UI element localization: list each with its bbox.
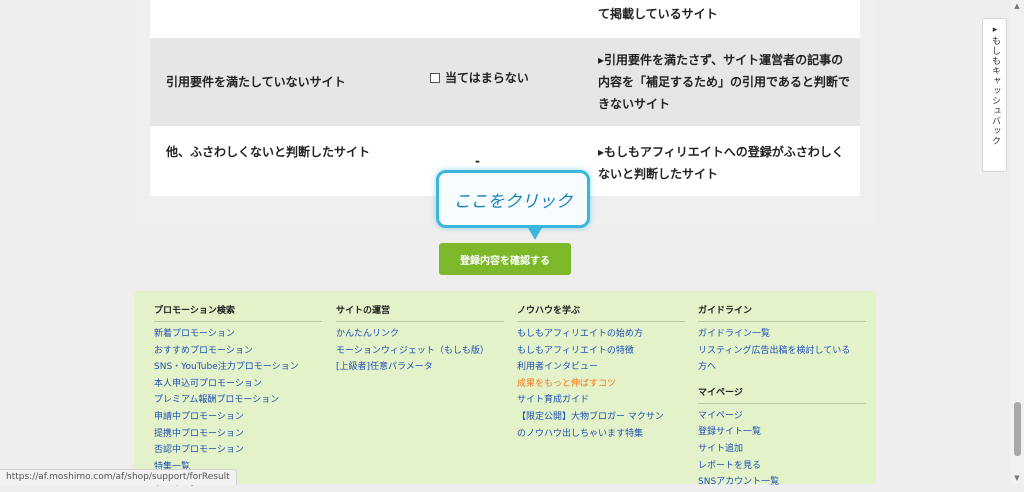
footer-link[interactable]: 否認中プロモーション	[154, 442, 322, 459]
footer-link[interactable]: おすすめプロモーション	[154, 343, 322, 360]
footer-link[interactable]: レポートを見る	[698, 458, 866, 475]
footer-link[interactable]: マイページ	[698, 408, 866, 425]
footer-link[interactable]: 方へ	[698, 359, 866, 376]
footer-link[interactable]: プレミアム報酬プロモーション	[154, 392, 322, 409]
footer-column-knowhow: ノウハウを学ぶ もしもアフィリエイトの始め方 もしもアフィリエイトの特徴 利用者…	[517, 305, 685, 442]
table-cell-dash: -	[475, 154, 480, 168]
footer-link[interactable]: SNSアカウント一覧	[698, 474, 866, 491]
footer-link[interactable]: もしもアフィリエイトの特徴	[517, 343, 685, 360]
footer-heading: ノウハウを学ぶ	[517, 305, 685, 322]
footer-link[interactable]: のノウハウ出しちゃいます特集	[517, 426, 685, 443]
table-row: 引用要件を満たしていないサイト 当てはまらない ▸引用要件を満たさず、サイト運営…	[150, 38, 860, 126]
confirm-registration-button[interactable]: 登録内容を確認する	[439, 243, 571, 275]
footer-link[interactable]: 新着プロモーション	[154, 326, 322, 343]
footer-heading: サイトの運営	[336, 305, 504, 322]
footer-link[interactable]: サイト育成ガイド	[517, 392, 685, 409]
footer-link[interactable]: SNS・YouTube注力プロモーション	[154, 359, 322, 376]
footer-column-guidelines: ガイドライン ガイドライン一覧 リスティング広告出稿を検討している 方へ マイペ…	[698, 305, 866, 491]
site-footer: プロモーション検索 新着プロモーション おすすめプロモーション SNS・YouT…	[134, 291, 876, 488]
footer-link[interactable]: 本人申込可プロモーション	[154, 376, 322, 393]
checkbox-label: 当てはまらない	[445, 71, 529, 85]
callout-tail	[527, 226, 543, 240]
table-cell-description: ▸引用要件を満たさず、サイト運営者の記事の内容を「補足するため」の引用であると判…	[598, 53, 850, 111]
table-cell-criterion: 他、ふさわしくないと判断したサイト	[166, 145, 371, 159]
table-cell-criterion: 引用要件を満たしていないサイト	[166, 75, 346, 89]
scroll-down-icon[interactable]: ▼	[1012, 474, 1022, 482]
footer-link[interactable]: 【限定公開】大物ブロガー マクサン	[517, 409, 685, 426]
footer-heading-mypage: マイページ	[698, 387, 866, 404]
click-here-callout: ここをクリック	[436, 170, 590, 228]
cashback-side-tab[interactable]: ▸もしもキャッシュバック	[982, 18, 1007, 172]
footer-link[interactable]: サイト追加	[698, 441, 866, 458]
footer-link[interactable]: 利用者インタビュー	[517, 359, 685, 376]
status-bar-url: https://af.moshimo.com/af/shop/support/f…	[0, 469, 237, 485]
footer-heading: ガイドライン	[698, 305, 866, 322]
footer-link[interactable]: モーションウィジェット（もしも版）	[336, 343, 504, 360]
footer-link[interactable]: かんたんリンク	[336, 326, 504, 343]
footer-link[interactable]: 申請中プロモーション	[154, 409, 322, 426]
footer-link[interactable]: 登録サイト一覧	[698, 424, 866, 441]
checkbox-not-applicable[interactable]: 当てはまらない	[430, 69, 529, 87]
callout-text: ここをクリック	[453, 192, 573, 212]
footer-heading: プロモーション検索	[154, 305, 322, 322]
footer-column-promotion: プロモーション検索 新着プロモーション おすすめプロモーション SNS・YouT…	[154, 305, 322, 492]
scrollbar-thumb[interactable]	[1014, 402, 1021, 456]
scroll-up-icon[interactable]: ▲	[1012, 2, 1022, 10]
footer-link[interactable]: もしもアフィリエイトの始め方	[517, 326, 685, 343]
footer-column-site-ops: サイトの運営 かんたんリンク モーションウィジェット（もしも版） [上級者]任意…	[336, 305, 504, 376]
footer-link[interactable]: ガイドライン一覧	[698, 326, 866, 343]
table-cell-description: て掲載しているサイト	[598, 7, 718, 21]
checkbox-icon[interactable]	[430, 73, 440, 83]
footer-link-highlight[interactable]: 成果をもっと伸ばすコツ	[517, 376, 685, 393]
footer-link[interactable]: 提携中プロモーション	[154, 426, 322, 443]
footer-link[interactable]: リスティング広告出稿を検討している	[698, 343, 866, 360]
table-cell-description: ▸もしもアフィリエイトへの登録がふさわしくないと判断したサイト	[598, 145, 844, 181]
table-row: て掲載しているサイト	[150, 0, 860, 38]
side-tab-label: ▸もしもキャッシュバック	[990, 25, 1000, 146]
footer-link[interactable]: [上級者]任意パラメータ	[336, 359, 504, 376]
